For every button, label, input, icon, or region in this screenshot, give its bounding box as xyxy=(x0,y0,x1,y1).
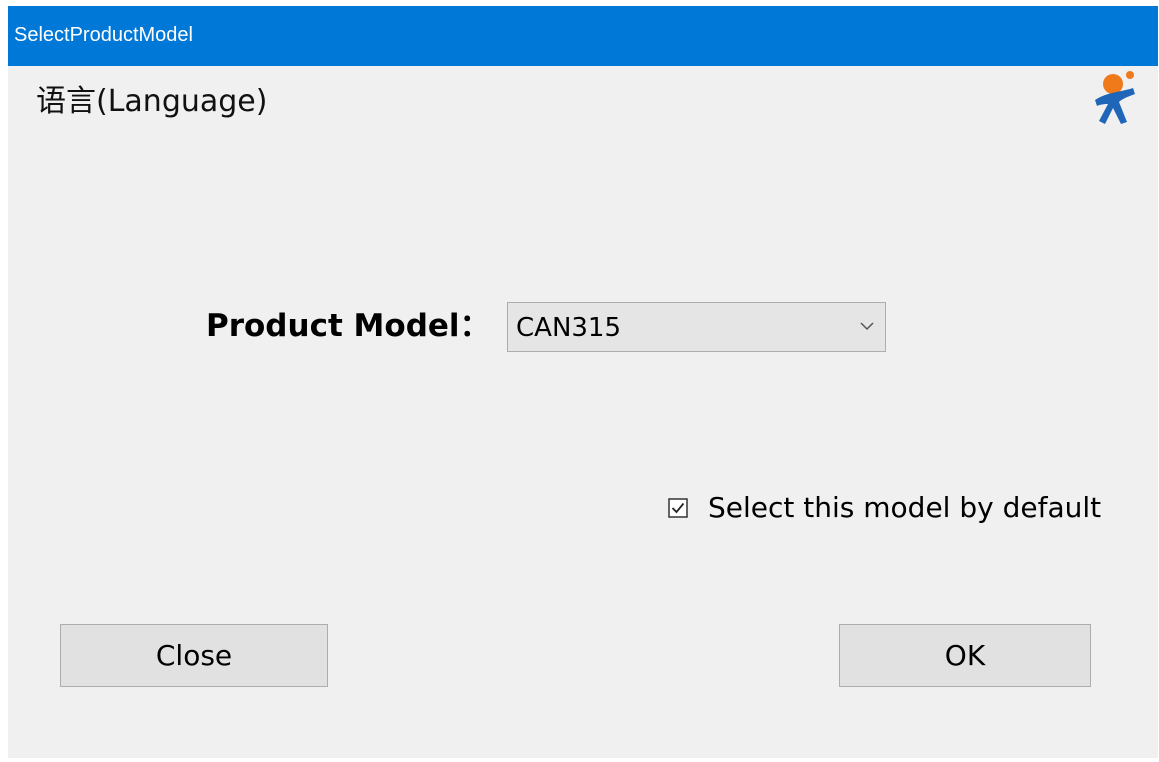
chevron-down-icon xyxy=(860,322,874,331)
window-title: SelectProductModel xyxy=(14,24,193,46)
language-selector[interactable]: 语言(Language) xyxy=(36,82,267,122)
running-person-logo-icon xyxy=(1091,64,1143,134)
title-bar[interactable]: SelectProductModel xyxy=(8,6,1158,66)
ok-button[interactable]: OK xyxy=(839,624,1091,687)
product-model-label: Product Model： xyxy=(206,308,491,344)
product-model-value: CAN315 xyxy=(516,313,622,343)
select-product-model-window: SelectProductModel 语言(Language) Product … xyxy=(8,6,1158,758)
checkbox-checked-icon[interactable] xyxy=(668,498,688,518)
default-model-checkbox-label: Select this model by default xyxy=(708,491,1102,524)
close-button[interactable]: Close xyxy=(60,624,328,687)
product-model-dropdown[interactable]: CAN315 xyxy=(507,302,886,352)
